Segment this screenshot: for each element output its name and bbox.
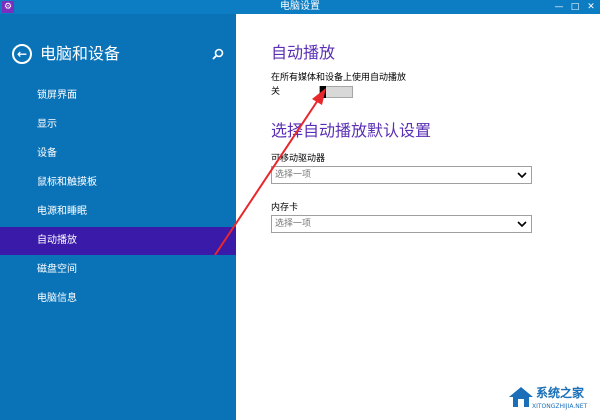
window-title: 电脑设置: [280, 1, 320, 12]
autoplay-heading: 自动播放: [271, 43, 336, 62]
watermark-name: 系统之家: [536, 386, 585, 400]
sidebar-item-display[interactable]: 显示: [0, 111, 236, 139]
sidebar: ← 电脑和设备 锁屏界面 显示 设备 鼠标和触摸板 电源和睡眠 自动播放 磁盘空…: [0, 14, 236, 420]
removable-drive-select[interactable]: 选择一项: [271, 166, 532, 184]
chevron-down-icon: [517, 172, 527, 179]
chevron-down-icon: [517, 221, 527, 228]
search-icon[interactable]: [211, 47, 225, 61]
memory-card-value: 选择一项: [275, 219, 312, 229]
title-bar: ⚙ 电脑设置 — □ ✕: [0, 0, 600, 14]
sidebar-item-pc-info[interactable]: 电脑信息: [0, 285, 236, 313]
autoplay-toggle[interactable]: [319, 86, 353, 98]
sidebar-item-autoplay[interactable]: 自动播放: [0, 227, 236, 255]
watermark-url: XITONGZHIJIA.NET: [532, 403, 588, 410]
sidebar-item-mouse-touchpad[interactable]: 鼠标和触摸板: [0, 169, 236, 197]
maximize-button[interactable]: □: [568, 0, 582, 14]
memory-card-label: 内存卡: [271, 203, 299, 213]
watermark: 系统之家 XITONGZHIJIA.NET: [508, 384, 596, 416]
sidebar-item-lock-screen[interactable]: 锁屏界面: [0, 82, 236, 110]
toggle-knob[interactable]: [320, 86, 326, 98]
house-logo-icon: [509, 387, 533, 407]
removable-drive-value: 选择一项: [275, 170, 312, 180]
sidebar-item-power-sleep[interactable]: 电源和睡眠: [0, 198, 236, 226]
close-button[interactable]: ✕: [584, 0, 598, 14]
minimize-button[interactable]: —: [552, 0, 566, 14]
sidebar-item-devices[interactable]: 设备: [0, 140, 236, 168]
back-arrow-icon[interactable]: ←: [12, 44, 32, 64]
sidebar-item-disk-space[interactable]: 磁盘空间: [0, 256, 236, 284]
autoplay-description: 在所有媒体和设备上使用自动播放: [271, 73, 407, 83]
removable-drive-label: 可移动驱动器: [271, 154, 326, 164]
sidebar-title: 电脑和设备: [40, 44, 121, 63]
autoplay-defaults-heading: 选择自动播放默认设置: [271, 121, 432, 140]
memory-card-select[interactable]: 选择一项: [271, 215, 532, 233]
toggle-state-label: 关: [271, 87, 281, 97]
